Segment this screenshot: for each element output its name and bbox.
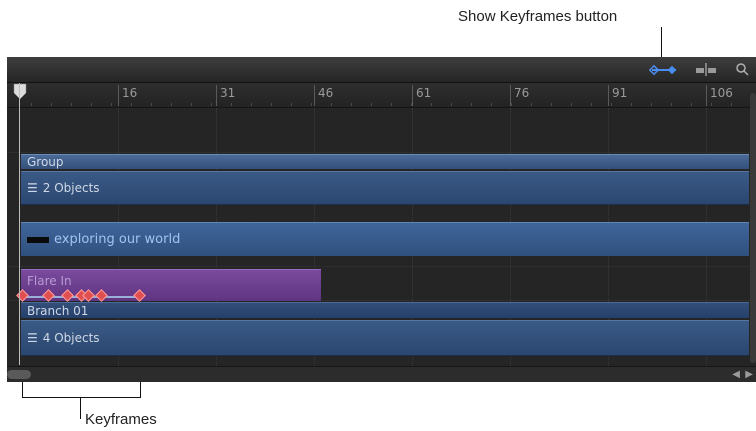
ruler-minor-tick (531, 103, 532, 106)
timeline-panel: 16 31 46 61 76 91 106 Group ☰ 2 Objects (7, 57, 756, 382)
tick-line (118, 85, 119, 106)
list-icon: ☰ (27, 331, 38, 345)
ruler-minor-tick (611, 103, 612, 106)
ruler-minor-tick (391, 103, 392, 106)
timeline-ruler[interactable]: 16 31 46 61 76 91 106 (7, 83, 756, 108)
callout-show-keyframes: Show Keyframes button (458, 8, 618, 25)
callout-line-kf-bottom (22, 397, 141, 398)
tick-line (412, 85, 413, 106)
group-objects-bar[interactable]: ☰ 2 Objects (21, 171, 749, 205)
ruler-minor-tick (71, 103, 72, 106)
ruler-minor-tick (251, 103, 252, 106)
ruler-minor-tick (291, 103, 292, 106)
branch-objects-label: 4 Objects (42, 331, 100, 345)
ruler-minor-tick (711, 103, 712, 106)
branch-label: Branch 01 (27, 303, 89, 318)
callout-keyframes: Keyframes (85, 411, 157, 428)
ruler-minor-tick (351, 103, 352, 106)
tick-line (706, 85, 707, 106)
show-keyframes-icon[interactable] (649, 62, 679, 77)
vertical-scrollbar[interactable] (750, 93, 756, 363)
group-objects-label: 2 Objects (42, 181, 100, 195)
branch-objects-bar[interactable]: ☰ 4 Objects (21, 320, 749, 356)
callout-line-kf-stem (80, 397, 81, 419)
callout-line-top (661, 27, 662, 61)
ruler-minor-tick (691, 103, 692, 106)
tick-label: 46 (318, 86, 334, 100)
horizontal-scrollbar[interactable]: ◀ ▶ (7, 366, 756, 382)
ruler-minor-tick (271, 103, 272, 106)
ruler-minor-tick (671, 103, 672, 106)
text-swatch-icon (27, 236, 49, 243)
scroll-thumb[interactable] (7, 370, 31, 379)
tick-label: 76 (514, 86, 530, 100)
ruler-minor-tick (31, 103, 32, 106)
ruler-minor-tick (411, 103, 412, 106)
tick-line (216, 85, 217, 106)
group-track-bar[interactable]: Group (21, 154, 749, 169)
ruler-minor-tick (171, 103, 172, 106)
behavior-label: Flare In (27, 274, 72, 288)
ruler-minor-tick (331, 103, 332, 106)
timeline-tracks: Group ☰ 2 Objects exploring our world Fl… (7, 108, 756, 366)
tick-label: 31 (220, 86, 236, 100)
ruler-minor-tick (231, 103, 232, 106)
text-layer-label: exploring our world (54, 232, 181, 247)
ruler-minor-tick (471, 103, 472, 106)
ruler-minor-tick (211, 103, 212, 106)
ruler-minor-tick (571, 103, 572, 106)
ruler-minor-tick (651, 103, 652, 106)
tick-label: 91 (612, 86, 628, 100)
tick-label: 61 (416, 86, 432, 100)
tick-line (608, 85, 609, 106)
ruler-minor-tick (91, 103, 92, 106)
zoom-icon[interactable] (735, 62, 750, 77)
ruler-minor-tick (511, 103, 512, 106)
scroll-left-arrow-icon[interactable]: ◀ (732, 369, 740, 380)
playhead-line[interactable] (19, 83, 20, 365)
timeline-toolbar (7, 57, 756, 83)
ruler-minor-tick (131, 103, 132, 106)
ruler-minor-tick (631, 103, 632, 106)
ruler-minor-tick (111, 103, 112, 106)
text-layer-bar[interactable]: exploring our world (21, 222, 749, 256)
ruler-minor-tick (551, 103, 552, 106)
ruler-minor-tick (191, 103, 192, 106)
scroll-right-arrow-icon[interactable]: ▶ (745, 369, 753, 380)
ruler-minor-tick (51, 103, 52, 106)
ruler-minor-tick (371, 103, 372, 106)
list-icon: ☰ (27, 181, 38, 195)
playhead-marker-icon[interactable] (13, 83, 27, 105)
ruler-minor-tick (591, 103, 592, 106)
ruler-minor-tick (311, 103, 312, 106)
ruler-minor-tick (491, 103, 492, 106)
branch-track-bar[interactable]: Branch 01 (21, 302, 749, 318)
ruler-minor-tick (431, 103, 432, 106)
tick-label: 16 (122, 86, 138, 100)
snapping-icon[interactable] (694, 62, 718, 77)
group-label: Group (27, 155, 64, 169)
tick-label: 106 (710, 86, 733, 100)
ruler-minor-tick (451, 103, 452, 106)
tick-line (314, 85, 315, 106)
ruler-minor-tick (151, 103, 152, 106)
ruler-minor-tick (731, 103, 732, 106)
